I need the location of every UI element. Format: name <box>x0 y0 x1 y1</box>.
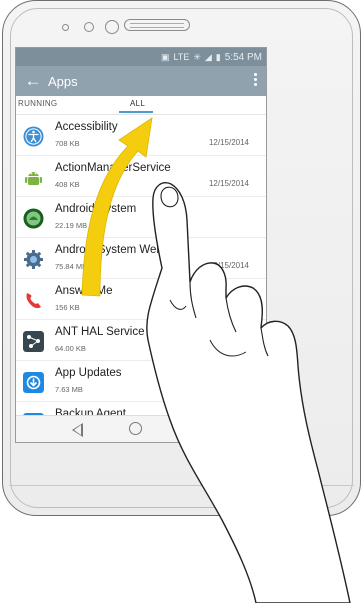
app-size: 64.00 KB <box>55 344 86 353</box>
list-item[interactable]: Android System WebView 75.84 MB 12/15/20… <box>16 238 266 279</box>
tab-running[interactable]: RUNNING <box>18 99 57 108</box>
app-name: Android System <box>55 203 137 215</box>
app-date: 12/15/2014 <box>208 261 249 270</box>
android-robot-icon <box>25 172 42 185</box>
list-item[interactable]: Accessibility 708 KB 12/15/2014 <box>16 115 266 156</box>
app-date: 12/15/2014 <box>208 138 249 147</box>
sensor-icon <box>62 24 69 31</box>
ant-icon <box>23 331 44 352</box>
app-name: Accessibility <box>55 121 118 133</box>
status-bar: ▣ LTE ✳ ◢ ▮ 5:54 PM <box>16 48 266 66</box>
list-item[interactable]: Answer Me 156 KB 12/15/2014 <box>16 279 266 320</box>
nav-back-icon[interactable] <box>72 423 83 437</box>
back-arrow-icon[interactable]: ← <box>20 71 46 91</box>
list-item[interactable]: App Updates 7.63 MB <box>16 361 266 402</box>
overflow-menu-icon[interactable] <box>254 73 258 89</box>
navigation-bar <box>16 415 266 442</box>
tab-indicator <box>119 111 153 113</box>
app-bar: ← Apps <box>16 66 266 96</box>
tab-bar: RUNNING ALL <box>16 96 266 115</box>
earpiece-speaker <box>124 19 190 31</box>
network-type: LTE <box>173 52 190 62</box>
status-time: 5:54 PM <box>224 51 262 63</box>
sensor-icon <box>84 22 94 32</box>
list-item[interactable]: ANT HAL Service 64.00 KB <box>16 320 266 361</box>
app-size: 156 KB <box>55 303 80 312</box>
update-icon <box>23 372 44 393</box>
android-system-icon <box>23 208 44 229</box>
nav-home-icon[interactable] <box>129 422 142 435</box>
app-name: App Updates <box>55 367 122 379</box>
app-size: 22.19 MB <box>55 221 88 230</box>
phone-icon <box>26 293 41 309</box>
app-name: Android System WebView <box>55 244 188 256</box>
app-date: 12/15/2014 <box>208 179 249 188</box>
app-name: ANT HAL Service <box>55 326 145 338</box>
front-camera-icon <box>105 20 119 34</box>
list-item[interactable]: ActionManagerService 408 KB 12/15/2014 <box>16 156 266 197</box>
phone-chin <box>9 485 354 496</box>
screen: ▣ LTE ✳ ◢ ▮ 5:54 PM ← Apps RUNNING ALL A… <box>15 47 267 443</box>
app-size: 75.84 MB <box>55 262 88 271</box>
app-name: ActionManagerService <box>55 162 171 174</box>
nfc-icon: ▣ <box>160 51 170 62</box>
app-size: 708 KB <box>55 139 80 148</box>
signal-icon: ◢ <box>204 51 212 62</box>
tab-all[interactable]: ALL <box>130 99 145 108</box>
data-activity-icon: ✳ <box>193 51 201 62</box>
accessibility-icon <box>23 126 44 147</box>
app-date: 12/15/2014 <box>208 302 249 311</box>
phone-frame: ▣ LTE ✳ ◢ ▮ 5:54 PM ← Apps RUNNING ALL A… <box>2 0 361 516</box>
page-title: Apps <box>48 73 78 89</box>
app-size: 7.63 MB <box>55 385 83 394</box>
battery-icon: ▮ <box>215 51 221 62</box>
list-item[interactable]: Android System 22.19 MB <box>16 197 266 238</box>
app-name: Answer Me <box>55 285 113 297</box>
gear-icon <box>24 250 43 269</box>
app-size: 408 KB <box>55 180 80 189</box>
